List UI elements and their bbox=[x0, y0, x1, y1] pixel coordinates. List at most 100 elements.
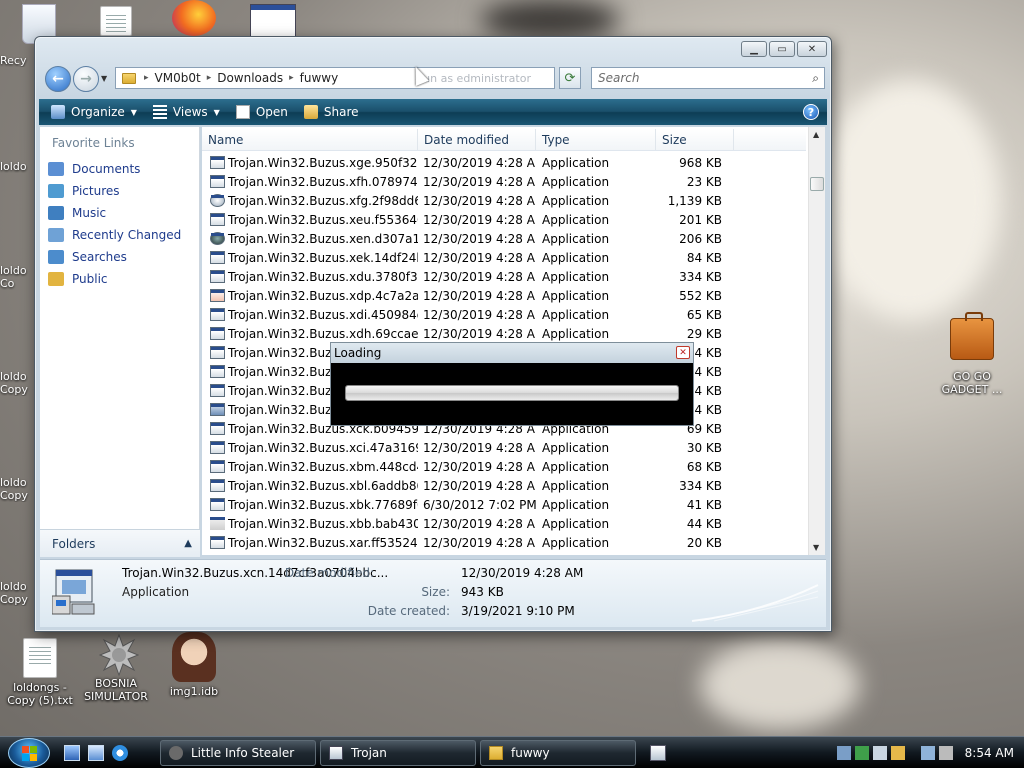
loading-dialog[interactable]: Loading ✕ bbox=[330, 342, 694, 426]
briefcase-icon[interactable] bbox=[950, 312, 994, 360]
file-row[interactable]: Trojan.Win32.Buzus.xbb.bab4301... 12/30/2… bbox=[202, 514, 806, 533]
desktop-edge-label[interactable]: loldo Copy bbox=[0, 370, 34, 396]
desktop-icon-loldongs-copy-5[interactable]: loldongs - Copy (5).txt bbox=[0, 638, 80, 707]
search-icon[interactable]: ⌕ bbox=[812, 71, 819, 86]
back-button[interactable]: ← bbox=[45, 66, 71, 92]
breadcrumb-separator[interactable]: ▸ bbox=[289, 73, 294, 83]
dialog-titlebar[interactable]: Loading ✕ bbox=[331, 343, 693, 363]
nav-item-searches[interactable]: Searches bbox=[40, 246, 199, 268]
file-name-cell[interactable]: Trojan.Win32.Buzus.xeu.f5536401... bbox=[202, 213, 418, 227]
explorer-window[interactable]: ▁ ▭ ✕ ← → ▼ ▸ VM0b0t ▸ Downloads ▸ fuwwy… bbox=[34, 36, 832, 632]
taskbar-button-fuwwy[interactable]: fuwwy bbox=[480, 740, 636, 766]
file-row[interactable]: Trojan.Win32.Buzus.xeu.f5536401... 12/30/… bbox=[202, 210, 806, 229]
desktop-edge-label[interactable]: loldo Copy bbox=[0, 580, 34, 606]
organize-button[interactable]: Organize ▼ bbox=[43, 99, 145, 125]
show-desktop-icon[interactable] bbox=[64, 745, 80, 761]
help-icon[interactable]: ? bbox=[803, 104, 819, 120]
views-button[interactable]: Views ▼ bbox=[145, 99, 228, 125]
file-name-cell[interactable]: Trojan.Win32.Buzus.xar.ff5352403... bbox=[202, 536, 418, 550]
tray-warning-icon[interactable] bbox=[890, 746, 905, 760]
column-header-size[interactable]: Size bbox=[656, 129, 734, 150]
vertical-scrollbar[interactable]: ▲ ▼ bbox=[808, 127, 825, 555]
file-name-cell[interactable]: Trojan.Win32.Buzus.xek.14df24b7... bbox=[202, 251, 418, 265]
file-row[interactable]: Trojan.Win32.Buzus.xar.ff5352403... 12/30… bbox=[202, 533, 806, 552]
taskbar-button-trojan[interactable]: Trojan bbox=[320, 740, 476, 766]
file-list[interactable]: Name Date modified Type Size Trojan.Win3… bbox=[202, 127, 825, 555]
share-button[interactable]: Share bbox=[296, 99, 367, 125]
maximize-button[interactable]: ▭ bbox=[769, 41, 795, 57]
breadcrumb-separator[interactable]: ▸ bbox=[144, 73, 149, 83]
clock[interactable]: 8:54 AM bbox=[965, 746, 1014, 760]
start-button[interactable] bbox=[8, 738, 50, 768]
file-row[interactable]: Trojan.Win32.Buzus.xek.14df24b7... 12/30/… bbox=[202, 248, 806, 267]
file-name-cell[interactable]: Trojan.Win32.Buzus.xdp.4c7a2acb... bbox=[202, 289, 418, 303]
folders-toggle[interactable]: Folders ▲ bbox=[40, 529, 200, 557]
scroll-up-arrow[interactable]: ▲ bbox=[813, 130, 819, 139]
desktop-icon-bosnia-simulator[interactable]: BOSNIA SIMULATOR bbox=[76, 633, 156, 703]
running-app-icon[interactable] bbox=[650, 745, 666, 761]
file-row[interactable]: Trojan.Win32.Buzus.xbk.77689f02f... 6/30/… bbox=[202, 495, 806, 514]
text-file-icon[interactable] bbox=[100, 6, 132, 36]
tray-app-icon[interactable] bbox=[872, 746, 887, 760]
desktop-edge-label[interactable]: Recy bbox=[0, 54, 34, 67]
file-row[interactable]: Trojan.Win32.Buzus.xfg.2f98dd69... 12/30/… bbox=[202, 191, 806, 210]
minimize-button[interactable]: ▁ bbox=[741, 41, 767, 57]
file-row[interactable]: Trojan.Win32.Buzus.xbm.448cd4c... 12/30/2… bbox=[202, 457, 806, 476]
file-name-cell[interactable]: Trojan.Win32.Buzus.xfh.0789742a... bbox=[202, 175, 418, 189]
program-window-icon[interactable] bbox=[250, 4, 296, 38]
file-name-cell[interactable]: Trojan.Win32.Buzus.xen.d307a119... bbox=[202, 232, 418, 246]
search-input[interactable]: Search ⌕ bbox=[591, 67, 825, 89]
nav-item-documents[interactable]: Documents bbox=[40, 158, 199, 180]
open-button[interactable]: Open bbox=[228, 99, 296, 125]
nav-item-pictures[interactable]: Pictures bbox=[40, 180, 199, 202]
file-row[interactable]: Trojan.Win32.Buzus.xci.47a3169b... 12/30/… bbox=[202, 438, 806, 457]
file-row[interactable]: Trojan.Win32.Buzus.xdh.69ccae0b... 12/30/… bbox=[202, 324, 806, 343]
desktop-edge-label[interactable]: loldo Co bbox=[0, 264, 34, 290]
dialog-close-button[interactable]: ✕ bbox=[676, 346, 690, 359]
tray-network-icon[interactable] bbox=[836, 746, 851, 760]
file-row[interactable]: Trojan.Win32.Buzus.xen.d307a119... 12/30/… bbox=[202, 229, 806, 248]
file-name-cell[interactable]: Trojan.Win32.Buzus.xbb.bab4301... bbox=[202, 517, 418, 531]
file-name-cell[interactable]: Trojan.Win32.Buzus.xge.950f328b... bbox=[202, 156, 418, 170]
breadcrumb-vm0b0t[interactable]: VM0b0t bbox=[155, 71, 201, 85]
file-name-cell[interactable]: Trojan.Win32.Buzus.xbl.6addb861... bbox=[202, 479, 418, 493]
file-name-cell[interactable]: Trojan.Win32.Buzus.xdu.3780f302... bbox=[202, 270, 418, 284]
column-header-name[interactable]: Name bbox=[202, 129, 418, 150]
close-button[interactable]: ✕ bbox=[797, 41, 827, 57]
internet-explorer-icon[interactable] bbox=[112, 745, 128, 761]
desktop-edge-label[interactable]: loldo bbox=[0, 160, 34, 173]
nav-item-recently-changed[interactable]: Recently Changed bbox=[40, 224, 199, 246]
nav-item-public[interactable]: Public bbox=[40, 268, 199, 290]
file-name-cell[interactable]: Trojan.Win32.Buzus.xfg.2f98dd69... bbox=[202, 194, 418, 208]
tray-display-icon[interactable] bbox=[920, 746, 935, 760]
file-row[interactable]: Trojan.Win32.Buzus.xdi.450984d1... 12/30/… bbox=[202, 305, 806, 324]
desktop-icon-go-go-gadget[interactable]: GO GO GADGET ... bbox=[932, 370, 1012, 396]
file-name-cell[interactable]: Trojan.Win32.Buzus.xdh.69ccae0b... bbox=[202, 327, 418, 341]
taskbar-button-little-info-stealer[interactable]: Little Info Stealer bbox=[160, 740, 316, 766]
forward-button[interactable]: → bbox=[73, 66, 99, 92]
file-row[interactable]: Trojan.Win32.Buzus.xdp.4c7a2acb... 12/30/… bbox=[202, 286, 806, 305]
file-row[interactable]: Trojan.Win32.Buzus.xfh.0789742a... 12/30/… bbox=[202, 172, 806, 191]
switch-windows-icon[interactable] bbox=[88, 745, 104, 761]
address-bar[interactable]: ▸ VM0b0t ▸ Downloads ▸ fuwwy Run as edmi… bbox=[115, 67, 619, 89]
file-name-cell[interactable]: Trojan.Win32.Buzus.xdi.450984d1... bbox=[202, 308, 418, 322]
column-header-type[interactable]: Type bbox=[536, 129, 656, 150]
scrollbar-thumb[interactable] bbox=[810, 177, 824, 191]
volume-muted-icon[interactable] bbox=[938, 746, 953, 760]
file-name-cell[interactable]: Trojan.Win32.Buzus.xbm.448cd4c... bbox=[202, 460, 418, 474]
column-header-date-modified[interactable]: Date modified bbox=[418, 129, 536, 150]
breadcrumb-fuwwy[interactable]: fuwwy bbox=[300, 71, 339, 85]
file-row[interactable]: Trojan.Win32.Buzus.xge.950f328b... 12/30/… bbox=[202, 153, 806, 172]
breadcrumb-downloads[interactable]: Downloads bbox=[217, 71, 283, 85]
file-row[interactable]: Trojan.Win32.Buzus.xbl.6addb861... 12/30/… bbox=[202, 476, 806, 495]
firefox-icon[interactable] bbox=[172, 0, 216, 36]
breadcrumb-separator[interactable]: ▸ bbox=[207, 73, 212, 83]
recent-pages-dropdown[interactable]: ▼ bbox=[101, 74, 107, 83]
file-name-cell[interactable]: Trojan.Win32.Buzus.xbk.77689f02f... bbox=[202, 498, 418, 512]
file-row[interactable]: Trojan.Win32.Buzus.xdu.3780f302... 12/30/… bbox=[202, 267, 806, 286]
refresh-button[interactable]: ⟳ bbox=[559, 67, 581, 89]
desktop-icon-img1[interactable]: img1.idb bbox=[154, 632, 234, 698]
file-name-cell[interactable]: Trojan.Win32.Buzus.xci.47a3169b... bbox=[202, 441, 418, 455]
desktop-edge-label[interactable]: loldo Copy bbox=[0, 476, 34, 502]
tray-security-icon[interactable] bbox=[854, 746, 869, 760]
